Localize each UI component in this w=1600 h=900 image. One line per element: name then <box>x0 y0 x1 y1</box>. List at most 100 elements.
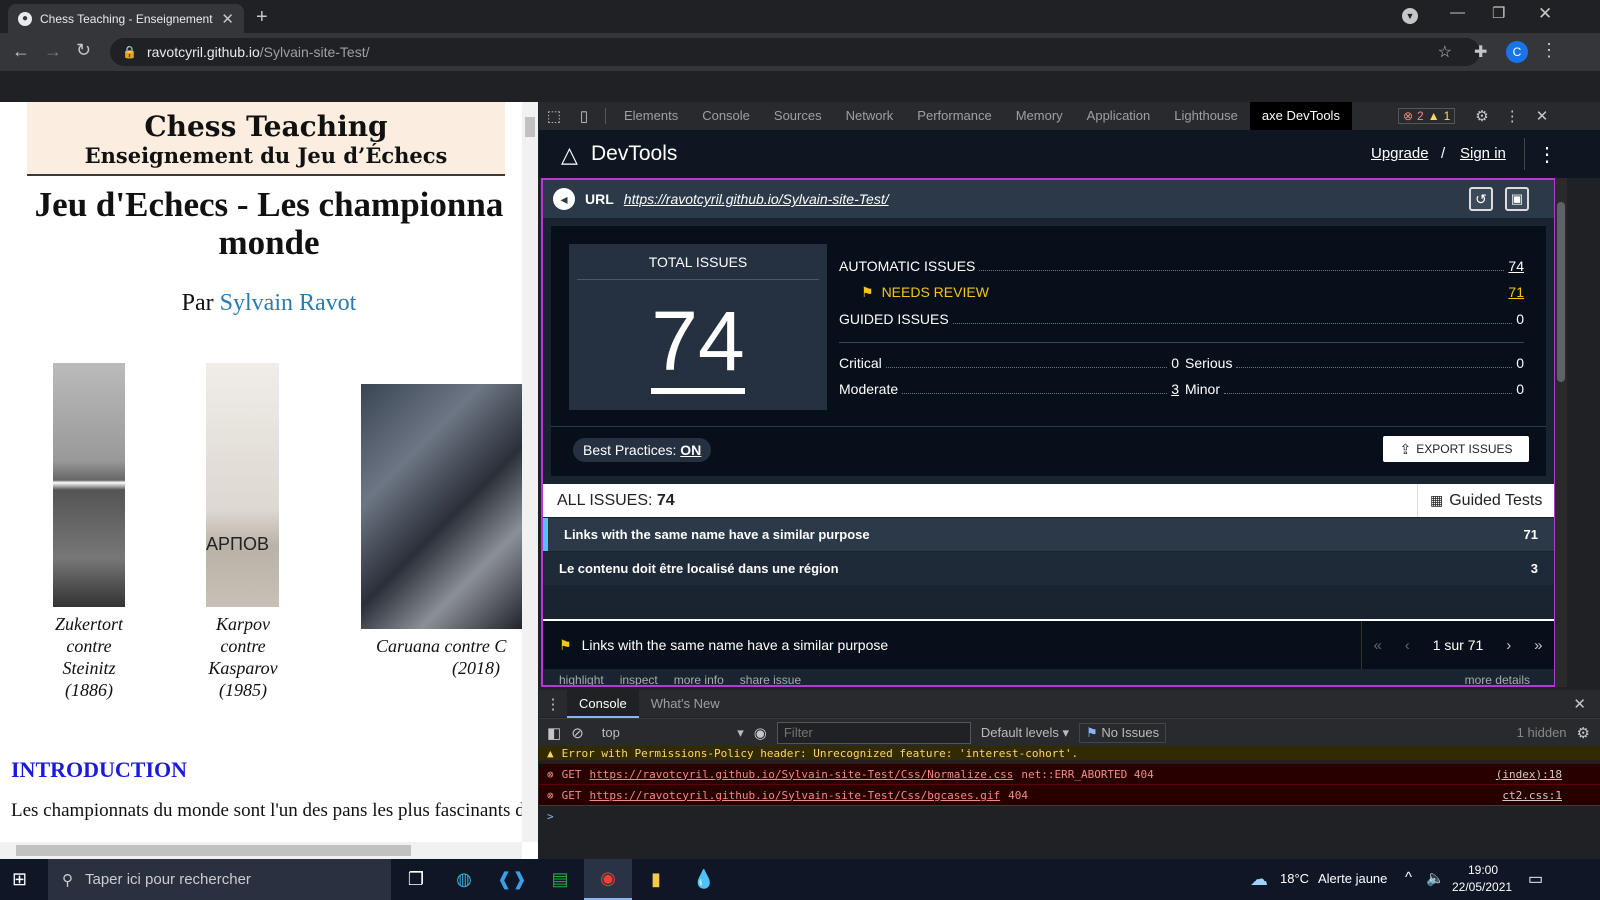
sidebar-toggle-icon[interactable]: ◧ <box>547 724 561 742</box>
clock-date[interactable]: 22/05/2021 <box>1452 880 1512 894</box>
tab-lighthouse[interactable]: Lighthouse <box>1162 102 1250 130</box>
tab-application[interactable]: Application <box>1075 102 1163 130</box>
back-icon[interactable]: ← <box>12 41 30 62</box>
upgrade-link[interactable]: Upgrade <box>1371 145 1429 162</box>
context-selector[interactable]: top ▾ <box>594 725 744 741</box>
log-levels-dropdown[interactable]: Default levels ▾ <box>981 725 1069 741</box>
avatar[interactable]: C <box>1506 41 1528 63</box>
total-issues-box[interactable]: TOTAL ISSUES 74 <box>569 244 827 410</box>
reload-icon[interactable]: ↻ <box>76 40 91 61</box>
tab-elements[interactable]: Elements <box>612 102 690 130</box>
restore-icon[interactable]: ❐ <box>1492 4 1505 22</box>
task-view-icon[interactable]: ❐ <box>392 859 440 900</box>
console-prompt[interactable]: > <box>539 805 1600 826</box>
export-issues-button[interactable]: ⇪ EXPORT ISSUES <box>1383 436 1529 462</box>
signin-link[interactable]: Sign in <box>1460 145 1506 162</box>
error-url-link[interactable]: https://ravotcyril.github.io/Sylvain-sit… <box>590 768 1014 781</box>
axe-scroll-thumb[interactable] <box>1557 202 1565 382</box>
tab-axe-devtools[interactable]: axe DevTools <box>1249 102 1352 130</box>
tab-performance[interactable]: Performance <box>905 102 1003 130</box>
live-expression-eye-icon[interactable]: ◉ <box>754 724 767 742</box>
needs-review-count[interactable]: 71 <box>1508 284 1524 300</box>
drawer-tab-console[interactable]: Console <box>567 689 639 718</box>
new-tab-icon[interactable]: + <box>256 6 268 29</box>
error-url-link[interactable]: https://ravotcyril.github.io/Sylvain-sit… <box>590 789 1001 802</box>
share-issue-link[interactable]: share issue <box>740 673 801 685</box>
prev-page-icon[interactable]: ‹ <box>1405 637 1410 654</box>
chrome-icon[interactable]: ◉ <box>584 859 632 900</box>
close-devtools-icon[interactable]: ✕ <box>1536 107 1549 125</box>
file-explorer-icon[interactable]: ▮ <box>632 859 680 900</box>
edge-icon[interactable]: ◍ <box>440 859 488 900</box>
sheets-icon[interactable]: ▤ <box>536 859 584 900</box>
tab-network[interactable]: Network <box>834 102 906 130</box>
address-bar[interactable]: 🔒 ravotcyril.github.io/Sylvain-site-Test… <box>110 38 1480 66</box>
issue-counter[interactable]: ⊗ 2 ▲ 1 <box>1397 108 1456 124</box>
more-info-link[interactable]: more info <box>674 673 724 685</box>
chevron-up-icon[interactable]: ^ <box>1405 869 1412 886</box>
drawer-menu-icon[interactable]: ⋮ <box>539 695 567 713</box>
save-icon[interactable]: ▣ <box>1505 187 1529 211</box>
total-issues-count[interactable]: 74 <box>569 294 827 394</box>
tab-memory[interactable]: Memory <box>1004 102 1075 130</box>
close-tab-icon[interactable]: ✕ <box>221 10 234 28</box>
forward-icon[interactable]: → <box>44 41 62 62</box>
inspect-link[interactable]: inspect <box>620 673 658 685</box>
close-window-icon[interactable]: ✕ <box>1538 4 1552 24</box>
page-vertical-scrollbar[interactable] <box>522 102 538 842</box>
paint-app-icon[interactable]: 💧 <box>680 859 728 900</box>
minimize-icon[interactable]: — <box>1450 4 1465 21</box>
page-vertical-scroll-thumb[interactable] <box>525 117 535 137</box>
scanned-url-link[interactable]: https://ravotcyril.github.io/Sylvain-sit… <box>624 191 889 207</box>
vscode-icon[interactable]: ❰❱ <box>488 859 536 900</box>
settings-gear-icon[interactable]: ⚙ <box>1475 107 1488 125</box>
taskbar-search-box[interactable]: ⚲ Taper ici pour rechercher <box>48 859 391 900</box>
weather-icon[interactable]: ☁ <box>1250 869 1268 890</box>
zukertort-steinitz-photo[interactable] <box>53 363 125 607</box>
last-page-icon[interactable]: » <box>1534 637 1542 654</box>
highlight-link[interactable]: highlight <box>559 673 604 685</box>
notification-icon[interactable]: ▭ <box>1528 869 1543 889</box>
clock-time[interactable]: 19:00 <box>1468 863 1498 877</box>
windows-start-icon[interactable]: ⊞ <box>12 869 27 890</box>
browser-tab[interactable]: ● Chess Teaching - Enseignement d ✕ <box>8 4 244 33</box>
tab-search-icon[interactable]: ▼ <box>1402 8 1418 24</box>
author-link[interactable]: Sylvain Ravot <box>220 290 357 316</box>
axe-menu-icon[interactable]: ⋮ <box>1537 142 1557 167</box>
tab-console[interactable]: Console <box>690 102 762 130</box>
close-drawer-icon[interactable]: ✕ <box>1573 695 1586 713</box>
best-practices-toggle[interactable]: Best Practices: ON <box>573 438 712 462</box>
guided-tests-button[interactable]: ▦ Guided Tests <box>1417 484 1554 517</box>
weather-temp[interactable]: 18°C <box>1280 871 1309 886</box>
next-page-icon[interactable]: › <box>1506 637 1511 654</box>
moderate-count[interactable]: 3 <box>1171 381 1179 397</box>
drawer-tab-whats-new[interactable]: What's New <box>639 690 732 718</box>
issue-row[interactable]: Links with the same name have a similar … <box>543 518 1554 551</box>
caruana-photo[interactable] <box>361 384 522 629</box>
first-page-icon[interactable]: « <box>1373 637 1381 654</box>
more-details-link[interactable]: more details <box>1465 673 1530 685</box>
volume-icon[interactable]: 🔈 <box>1426 869 1445 887</box>
clear-console-icon[interactable]: ⊘ <box>571 724 584 742</box>
tab-sources[interactable]: Sources <box>762 102 834 130</box>
rescan-icon[interactable]: ↺ <box>1469 187 1493 211</box>
device-toolbar-icon[interactable]: ▯ <box>569 107 599 125</box>
axe-scrollbar[interactable] <box>1555 178 1567 687</box>
weather-alert[interactable]: Alerte jaune <box>1318 871 1387 886</box>
automatic-issues-count[interactable]: 74 <box>1508 258 1524 274</box>
error-source-link[interactable]: (index):18 <box>1496 768 1562 781</box>
lock-icon[interactable]: 🔒 <box>122 45 137 59</box>
back-circle-icon[interactable]: ◂ <box>553 188 575 210</box>
karpov-kasparov-photo[interactable]: АРПОВ <box>206 363 279 607</box>
devtools-menu-icon[interactable]: ⋮ <box>1505 107 1520 125</box>
console-settings-icon[interactable]: ⚙ <box>1577 724 1590 742</box>
error-source-link[interactable]: ct2.css:1 <box>1502 789 1562 802</box>
issue-row[interactable]: Le contenu doit être localisé dans une r… <box>543 552 1554 585</box>
console-filter-input[interactable] <box>776 721 971 744</box>
browser-menu-icon[interactable]: ⋮ <box>1540 40 1558 61</box>
extensions-icon[interactable]: ✚ <box>1474 42 1487 62</box>
page-horizontal-scroll-thumb[interactable] <box>16 845 411 856</box>
bookmark-star-icon[interactable]: ☆ <box>1438 42 1452 62</box>
inspect-element-icon[interactable]: ⬚ <box>539 107 569 125</box>
issues-button[interactable]: ⚑ No Issues <box>1079 722 1167 743</box>
